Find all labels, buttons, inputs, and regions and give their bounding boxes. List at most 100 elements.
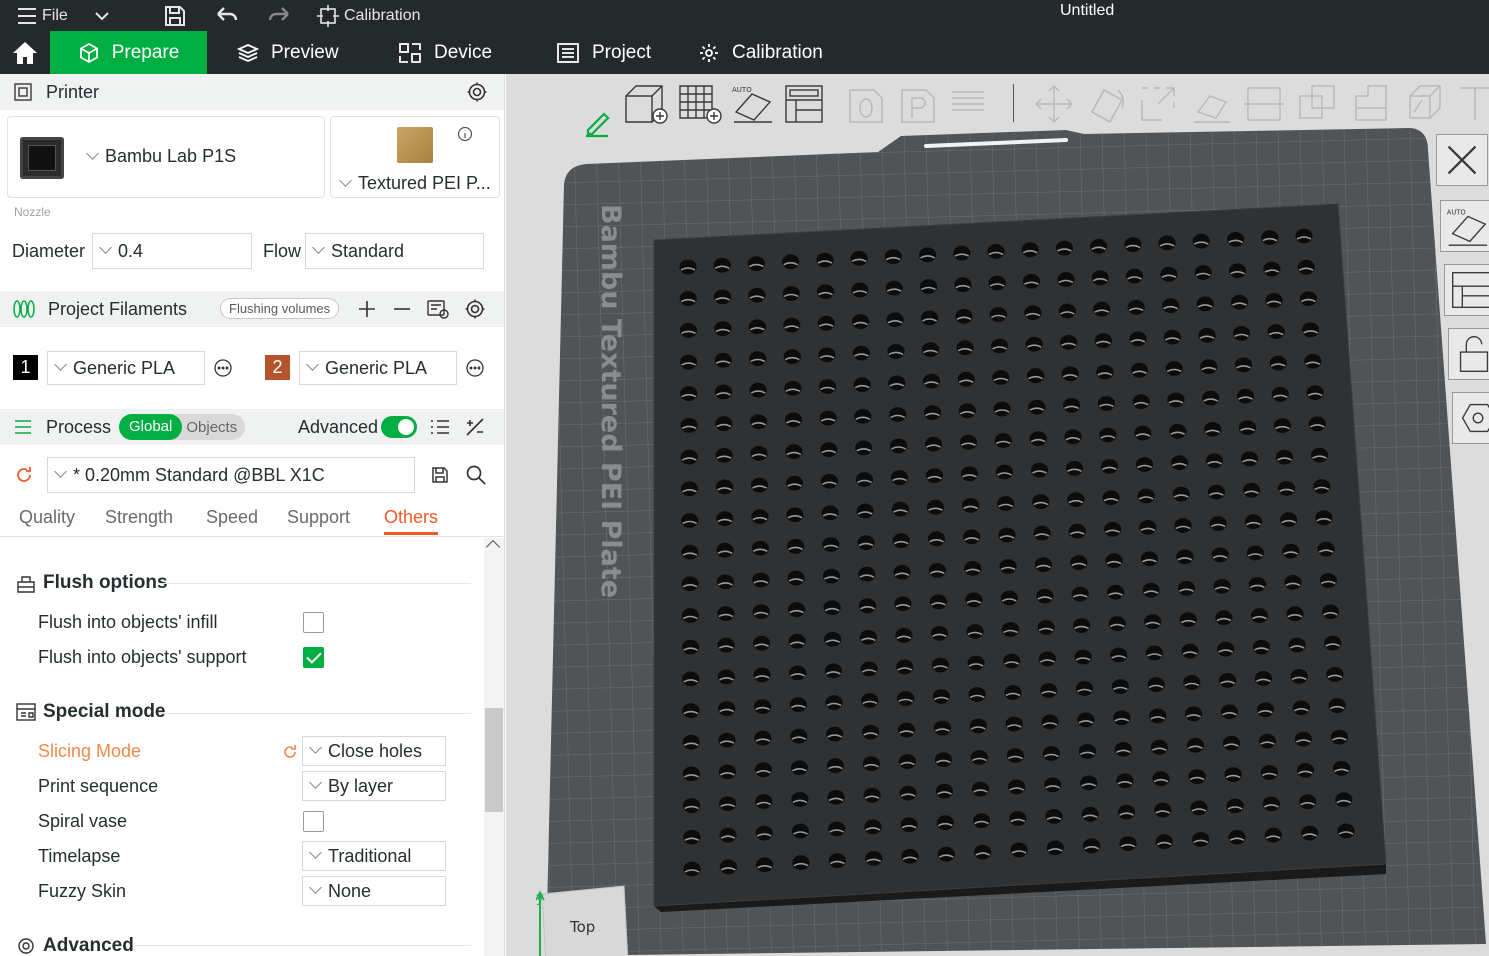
printer-settings-icon[interactable]: [466, 81, 488, 103]
timelapse-dropdown[interactable]: Traditional: [302, 841, 446, 871]
model-hole: [891, 501, 909, 517]
process-profile-dropdown[interactable]: * 0.20mm Standard @BBL X1C: [47, 457, 415, 493]
auto-orient-side-icon[interactable]: AUTO: [1440, 200, 1489, 252]
subtab-strength[interactable]: Strength: [105, 507, 173, 528]
save-button[interactable]: [160, 0, 190, 31]
scale-icon[interactable]: [1136, 82, 1180, 126]
split-parts-icon[interactable]: [896, 82, 940, 126]
model-hole: [791, 792, 809, 807]
filament-1-more-icon[interactable]: [213, 358, 233, 378]
model-hole: [1021, 242, 1039, 258]
file-menu-label: File: [42, 6, 68, 24]
scrollbar-thumb[interactable]: [485, 708, 503, 812]
filament-2-more-icon[interactable]: [465, 358, 485, 378]
undo-button[interactable]: [212, 0, 242, 31]
tab-device[interactable]: Device: [398, 31, 492, 74]
subtab-quality[interactable]: Quality: [19, 507, 75, 528]
flush-infill-checkbox[interactable]: [303, 612, 324, 633]
filament-2-dropdown[interactable]: Generic PLA: [299, 351, 457, 385]
tab-project[interactable]: Project: [556, 31, 651, 74]
subtab-speed[interactable]: Speed: [206, 507, 258, 528]
calibration-menu-label: Calibration: [344, 6, 421, 24]
printer-selector[interactable]: Bambu Lab P1S: [7, 116, 325, 198]
filament-settings-icon[interactable]: [464, 298, 486, 320]
seam-paint-icon[interactable]: [1402, 82, 1446, 126]
model-hole: [1335, 792, 1353, 808]
sync-filaments-icon[interactable]: [426, 298, 450, 320]
global-objects-toggle[interactable]: Global Objects: [119, 414, 246, 440]
remove-icon[interactable]: [392, 299, 412, 319]
close-icon[interactable]: [1436, 134, 1488, 186]
arrange-side-icon[interactable]: [1444, 264, 1489, 316]
spiral-vase-checkbox[interactable]: [303, 811, 324, 832]
calibration-menu[interactable]: Calibration: [316, 0, 420, 31]
objects-option[interactable]: Objects: [182, 419, 245, 436]
filament-1-dropdown[interactable]: Generic PLA: [47, 351, 205, 385]
scroll-up-arrow-icon[interactable]: [485, 539, 501, 555]
3d-viewport[interactable]: Bambu Textured PEI Plate AUTO AUTO Top y: [506, 74, 1489, 956]
auto-orient-icon[interactable]: AUTO: [730, 82, 778, 126]
save-profile-icon[interactable]: [430, 465, 450, 485]
add-icon[interactable]: [357, 299, 377, 319]
model-hole: [860, 661, 878, 677]
view-options-icon[interactable]: [1452, 392, 1489, 444]
home-button[interactable]: [0, 31, 50, 74]
slicing-mode-label: Slicing Mode: [38, 741, 142, 761]
model-hole: [865, 851, 883, 866]
mesh-boolean-icon[interactable]: [1296, 82, 1340, 126]
layers-edit-icon[interactable]: [948, 82, 992, 126]
tab-preview-label: Preview: [271, 41, 339, 63]
search-icon[interactable]: [465, 464, 487, 486]
reset-icon[interactable]: [13, 464, 35, 486]
fuzzy-skin-dropdown[interactable]: None: [302, 876, 446, 906]
tab-calibration[interactable]: Calibration: [698, 31, 823, 74]
model-hole: [885, 280, 903, 296]
model-hole: [893, 564, 911, 580]
lock-icon[interactable]: [1448, 328, 1489, 380]
print-sequence-dropdown[interactable]: By layer: [302, 771, 446, 801]
text-tool-icon[interactable]: [1456, 82, 1489, 126]
file-menu[interactable]: File: [0, 0, 120, 31]
build-plate-scene[interactable]: Bambu Textured PEI Plate: [506, 74, 1489, 956]
flow-dropdown[interactable]: Standard: [305, 233, 484, 269]
model-hole: [919, 247, 937, 263]
diameter-dropdown[interactable]: 0.4: [92, 233, 252, 269]
lay-on-face-icon[interactable]: [1190, 82, 1234, 126]
filament-1-swatch[interactable]: 1: [13, 355, 38, 380]
add-plate-icon[interactable]: [676, 82, 724, 126]
slicing-mode-dropdown[interactable]: Close holes: [302, 736, 446, 766]
redo-button[interactable]: [264, 0, 294, 31]
edit-pen-icon[interactable]: [582, 106, 616, 140]
tab-prepare[interactable]: Prepare: [50, 31, 207, 74]
tab-preview[interactable]: Preview: [237, 31, 339, 74]
model-hole: [1137, 488, 1155, 504]
model-hole: [856, 503, 874, 519]
fuzzy-skin-value: None: [328, 880, 372, 901]
settings-scrollbar[interactable]: [484, 538, 504, 956]
list-icon[interactable]: [429, 417, 451, 437]
plate-selector[interactable]: Textured PEI P...: [330, 116, 500, 198]
model-hole: [1058, 303, 1076, 319]
split-objects-icon[interactable]: [844, 82, 888, 126]
model-hole: [1032, 494, 1050, 509]
model-hole: [1024, 305, 1042, 321]
subtab-others[interactable]: Others: [384, 507, 439, 535]
support-paint-icon[interactable]: [1348, 82, 1392, 126]
rotate-icon[interactable]: [1084, 82, 1128, 126]
model-hole: [1081, 806, 1099, 822]
move-icon[interactable]: [1032, 82, 1076, 126]
reset-slicing-mode-icon[interactable]: [280, 742, 300, 762]
advanced-switch[interactable]: [381, 416, 417, 438]
view-cube[interactable]: Top y: [536, 882, 636, 956]
model-hole: [1219, 673, 1237, 688]
arrange-icon[interactable]: [782, 82, 830, 126]
add-object-icon[interactable]: [622, 82, 670, 126]
cut-icon[interactable]: [1242, 82, 1286, 126]
subtab-support[interactable]: Support: [287, 507, 350, 528]
filament-2-swatch[interactable]: 2: [265, 355, 290, 380]
info-icon[interactable]: [457, 126, 473, 142]
flushing-volumes-button[interactable]: Flushing volumes: [220, 298, 340, 319]
global-option[interactable]: Global: [119, 414, 183, 440]
compare-icon[interactable]: [464, 416, 486, 438]
flush-support-checkbox[interactable]: [303, 647, 324, 668]
